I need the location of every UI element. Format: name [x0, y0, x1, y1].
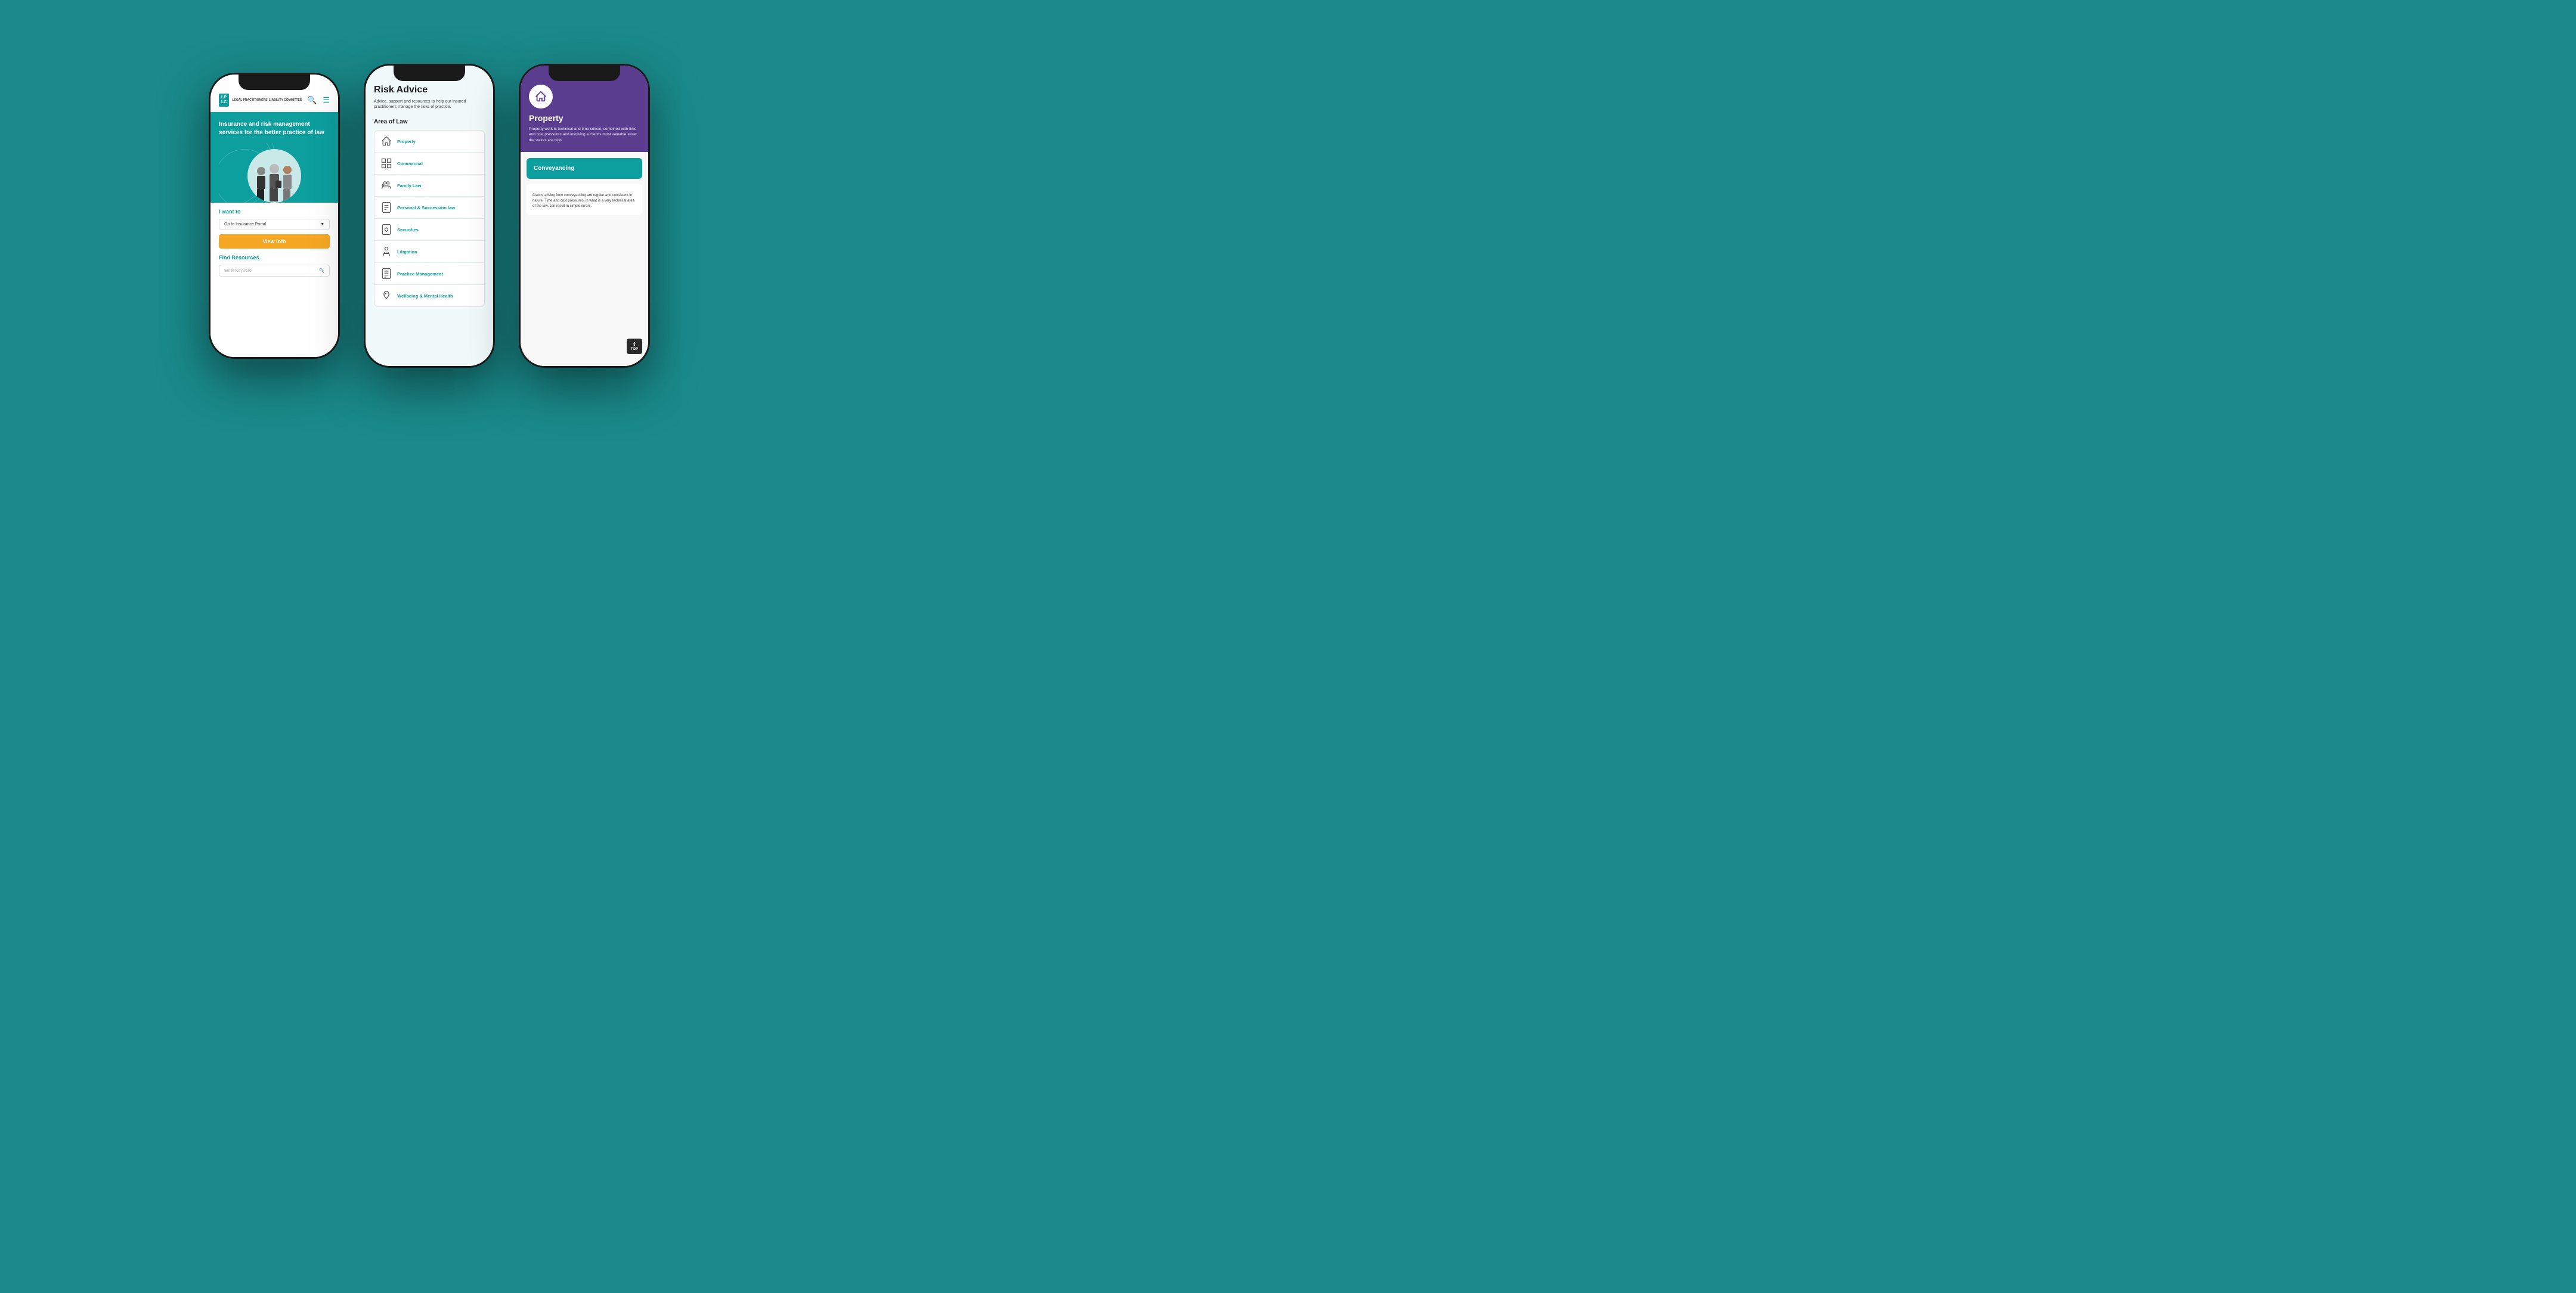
law-label-succession: Personal & Succession law: [397, 205, 455, 210]
menu-icon[interactable]: ☰: [323, 95, 330, 105]
find-resources-label: Find Resources: [219, 255, 330, 261]
law-item-practice-management[interactable]: Practice Management: [374, 263, 484, 285]
lplc-logo: LP LC LEGAL PRACTITIONERS' LIABILITY COM…: [219, 94, 302, 107]
law-list: Property Commercial: [374, 130, 485, 307]
notch-2: [394, 66, 465, 81]
search-icon[interactable]: 🔍: [307, 95, 317, 105]
property-icon-circle: [529, 85, 553, 108]
risk-advice-subtitle: Advice, support and resources to help ou…: [374, 99, 485, 111]
law-item-wellbeing[interactable]: Wellbeing & Mental Health: [374, 285, 484, 306]
up-arrow-icon: ⇧: [633, 342, 637, 347]
law-item-commercial[interactable]: Commercial: [374, 153, 484, 175]
search-placeholder: Enter Keyword: [224, 269, 252, 273]
search-icon[interactable]: 🔍: [319, 268, 324, 273]
law-item-succession[interactable]: Personal & Succession law: [374, 197, 484, 219]
phone-3-content: Conveyancing Claims arising from conveya…: [521, 152, 648, 366]
conveyancing-title: Conveyancing: [534, 165, 635, 172]
phone-1-header-icons: 🔍 ☰: [307, 95, 330, 105]
scene: LP LC LEGAL PRACTITIONERS' LIABILITY COM…: [0, 0, 859, 431]
hero-title: Insurance and risk management services f…: [219, 120, 330, 137]
phone-2-screen: Risk Advice Advice, support and resource…: [366, 66, 493, 366]
hero-people-image: [247, 149, 301, 203]
law-label-property: Property: [397, 139, 416, 144]
phone-1-content: I want to Go to Insurance Portal ▼ View …: [210, 203, 338, 356]
back-to-top-button[interactable]: ⇧ TOP: [627, 339, 642, 354]
law-label-securities: Securities: [397, 227, 419, 232]
top-label: TOP: [631, 348, 638, 351]
notch-1: [239, 75, 310, 90]
law-label-wellbeing: Wellbeing & Mental Health: [397, 293, 453, 299]
property-title: Property: [529, 113, 640, 123]
law-label-family-law: Family Law: [397, 183, 421, 188]
insurance-portal-select[interactable]: Go to Insurance Portal ▼: [219, 219, 330, 230]
lplc-box: LP LC: [219, 94, 229, 107]
risk-advice-title: Risk Advice: [374, 85, 485, 95]
chevron-down-icon: ▼: [320, 222, 324, 227]
phone-2: Risk Advice Advice, support and resource…: [364, 64, 495, 368]
law-item-litigation[interactable]: Litigation: [374, 241, 484, 263]
phone-1: LP LC LEGAL PRACTITIONERS' LIABILITY COM…: [209, 73, 340, 359]
notch-3: [549, 66, 620, 81]
phone-1-hero: Insurance and risk management services f…: [210, 112, 338, 203]
law-label-litigation: Litigation: [397, 249, 417, 255]
view-info-button[interactable]: View info: [219, 234, 330, 249]
select-value: Go to Insurance Portal: [224, 222, 266, 227]
phone-2-content: Risk Advice Advice, support and resource…: [366, 66, 493, 366]
hero-image-area: [219, 143, 330, 203]
conveyancing-card[interactable]: Conveyancing: [527, 158, 642, 179]
conveyancing-body-card: Claims arising from conveyancing are reg…: [527, 184, 642, 215]
conveyancing-body-text: Claims arising from conveyancing are reg…: [532, 193, 636, 209]
law-label-commercial: Commercial: [397, 161, 423, 166]
law-item-securities[interactable]: Securities: [374, 219, 484, 241]
lplc-text: LEGAL PRACTITIONERS' LIABILITY COMMITTEE: [232, 98, 302, 103]
phone-3: Property Property work is technical and …: [519, 64, 650, 368]
law-item-property[interactable]: Property: [374, 131, 484, 153]
i-want-to-label: I want to: [219, 209, 330, 215]
phone-1-screen: LP LC LEGAL PRACTITIONERS' LIABILITY COM…: [210, 75, 338, 357]
keyword-search-input[interactable]: Enter Keyword 🔍: [219, 265, 330, 277]
property-description: Property work is technical and time crit…: [529, 126, 640, 144]
area-of-law-label: Area of Law: [374, 119, 485, 125]
law-label-practice-management: Practice Management: [397, 271, 443, 277]
law-item-family-law[interactable]: Family Law: [374, 175, 484, 197]
phone-3-screen: Property Property work is technical and …: [521, 66, 648, 366]
